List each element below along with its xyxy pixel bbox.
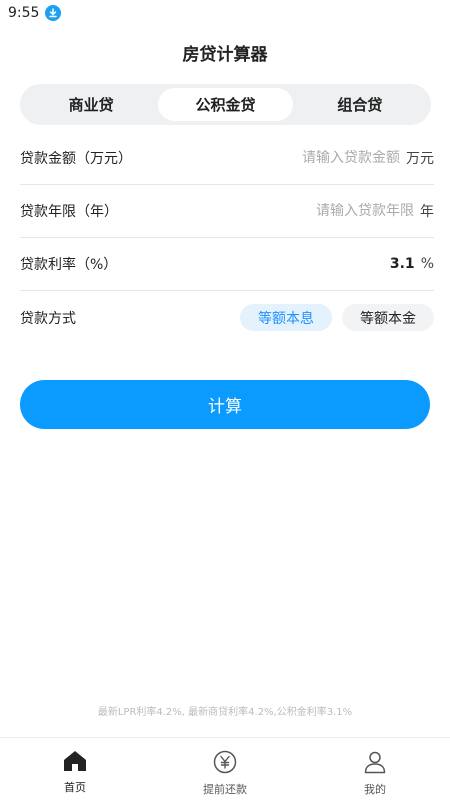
status-time: 9:55	[8, 5, 40, 21]
rate-info-note: 最新LPR利率4.2%, 最新商贷利率4.2%,公积金利率3.1%	[97, 707, 353, 718]
tab-combined-loan[interactable]: 组合贷	[293, 88, 427, 121]
tab-commercial-loan[interactable]: 商业贷	[24, 88, 158, 121]
loan-rate-unit: %	[420, 256, 434, 272]
loan-rate-value[interactable]: 3.1	[390, 256, 415, 272]
loan-amount-row: 贷款金额（万元） 万元	[20, 132, 434, 185]
nav-label-prepayment: 提前还款	[203, 783, 247, 796]
loan-rate-label: 贷款利率（%）	[20, 257, 118, 273]
home-icon	[63, 750, 87, 776]
calculate-button[interactable]: 计算	[20, 380, 430, 429]
nav-label-profile: 我的	[364, 783, 386, 796]
loan-years-row: 贷款年限（年） 年	[20, 185, 434, 238]
user-icon	[363, 750, 387, 778]
loan-amount-unit: 万元	[406, 151, 434, 167]
nav-item-profile[interactable]: 我的	[300, 738, 450, 800]
equal-installment-button[interactable]: 等额本息	[240, 304, 332, 331]
repayment-method-label: 贷款方式	[20, 310, 76, 327]
nav-label-home: 首页	[64, 781, 86, 794]
equal-principal-button[interactable]: 等额本金	[342, 304, 434, 331]
loan-years-unit: 年	[420, 204, 434, 220]
loan-type-tabs: 商业贷 公积金贷 组合贷	[20, 84, 431, 125]
loan-amount-input[interactable]	[270, 150, 400, 166]
loan-years-input[interactable]	[284, 203, 414, 219]
tab-provident-fund-loan[interactable]: 公积金贷	[158, 88, 293, 121]
bottom-nav: 首页 提前还款 我的	[0, 737, 450, 800]
page-title: 房贷计算器	[182, 45, 268, 65]
nav-item-home[interactable]: 首页	[0, 738, 150, 800]
loan-rate-row: 贷款利率（%） 3.1 %	[20, 238, 434, 291]
nav-item-prepayment[interactable]: 提前还款	[150, 738, 300, 800]
loan-years-label: 贷款年限（年）	[20, 204, 118, 220]
loan-amount-label: 贷款金额（万元）	[20, 151, 132, 167]
download-icon	[45, 5, 62, 21]
status-bar: 9:55	[0, 0, 450, 26]
repayment-method-row: 贷款方式 等额本息 等额本金	[20, 291, 434, 344]
yen-icon	[213, 750, 237, 778]
